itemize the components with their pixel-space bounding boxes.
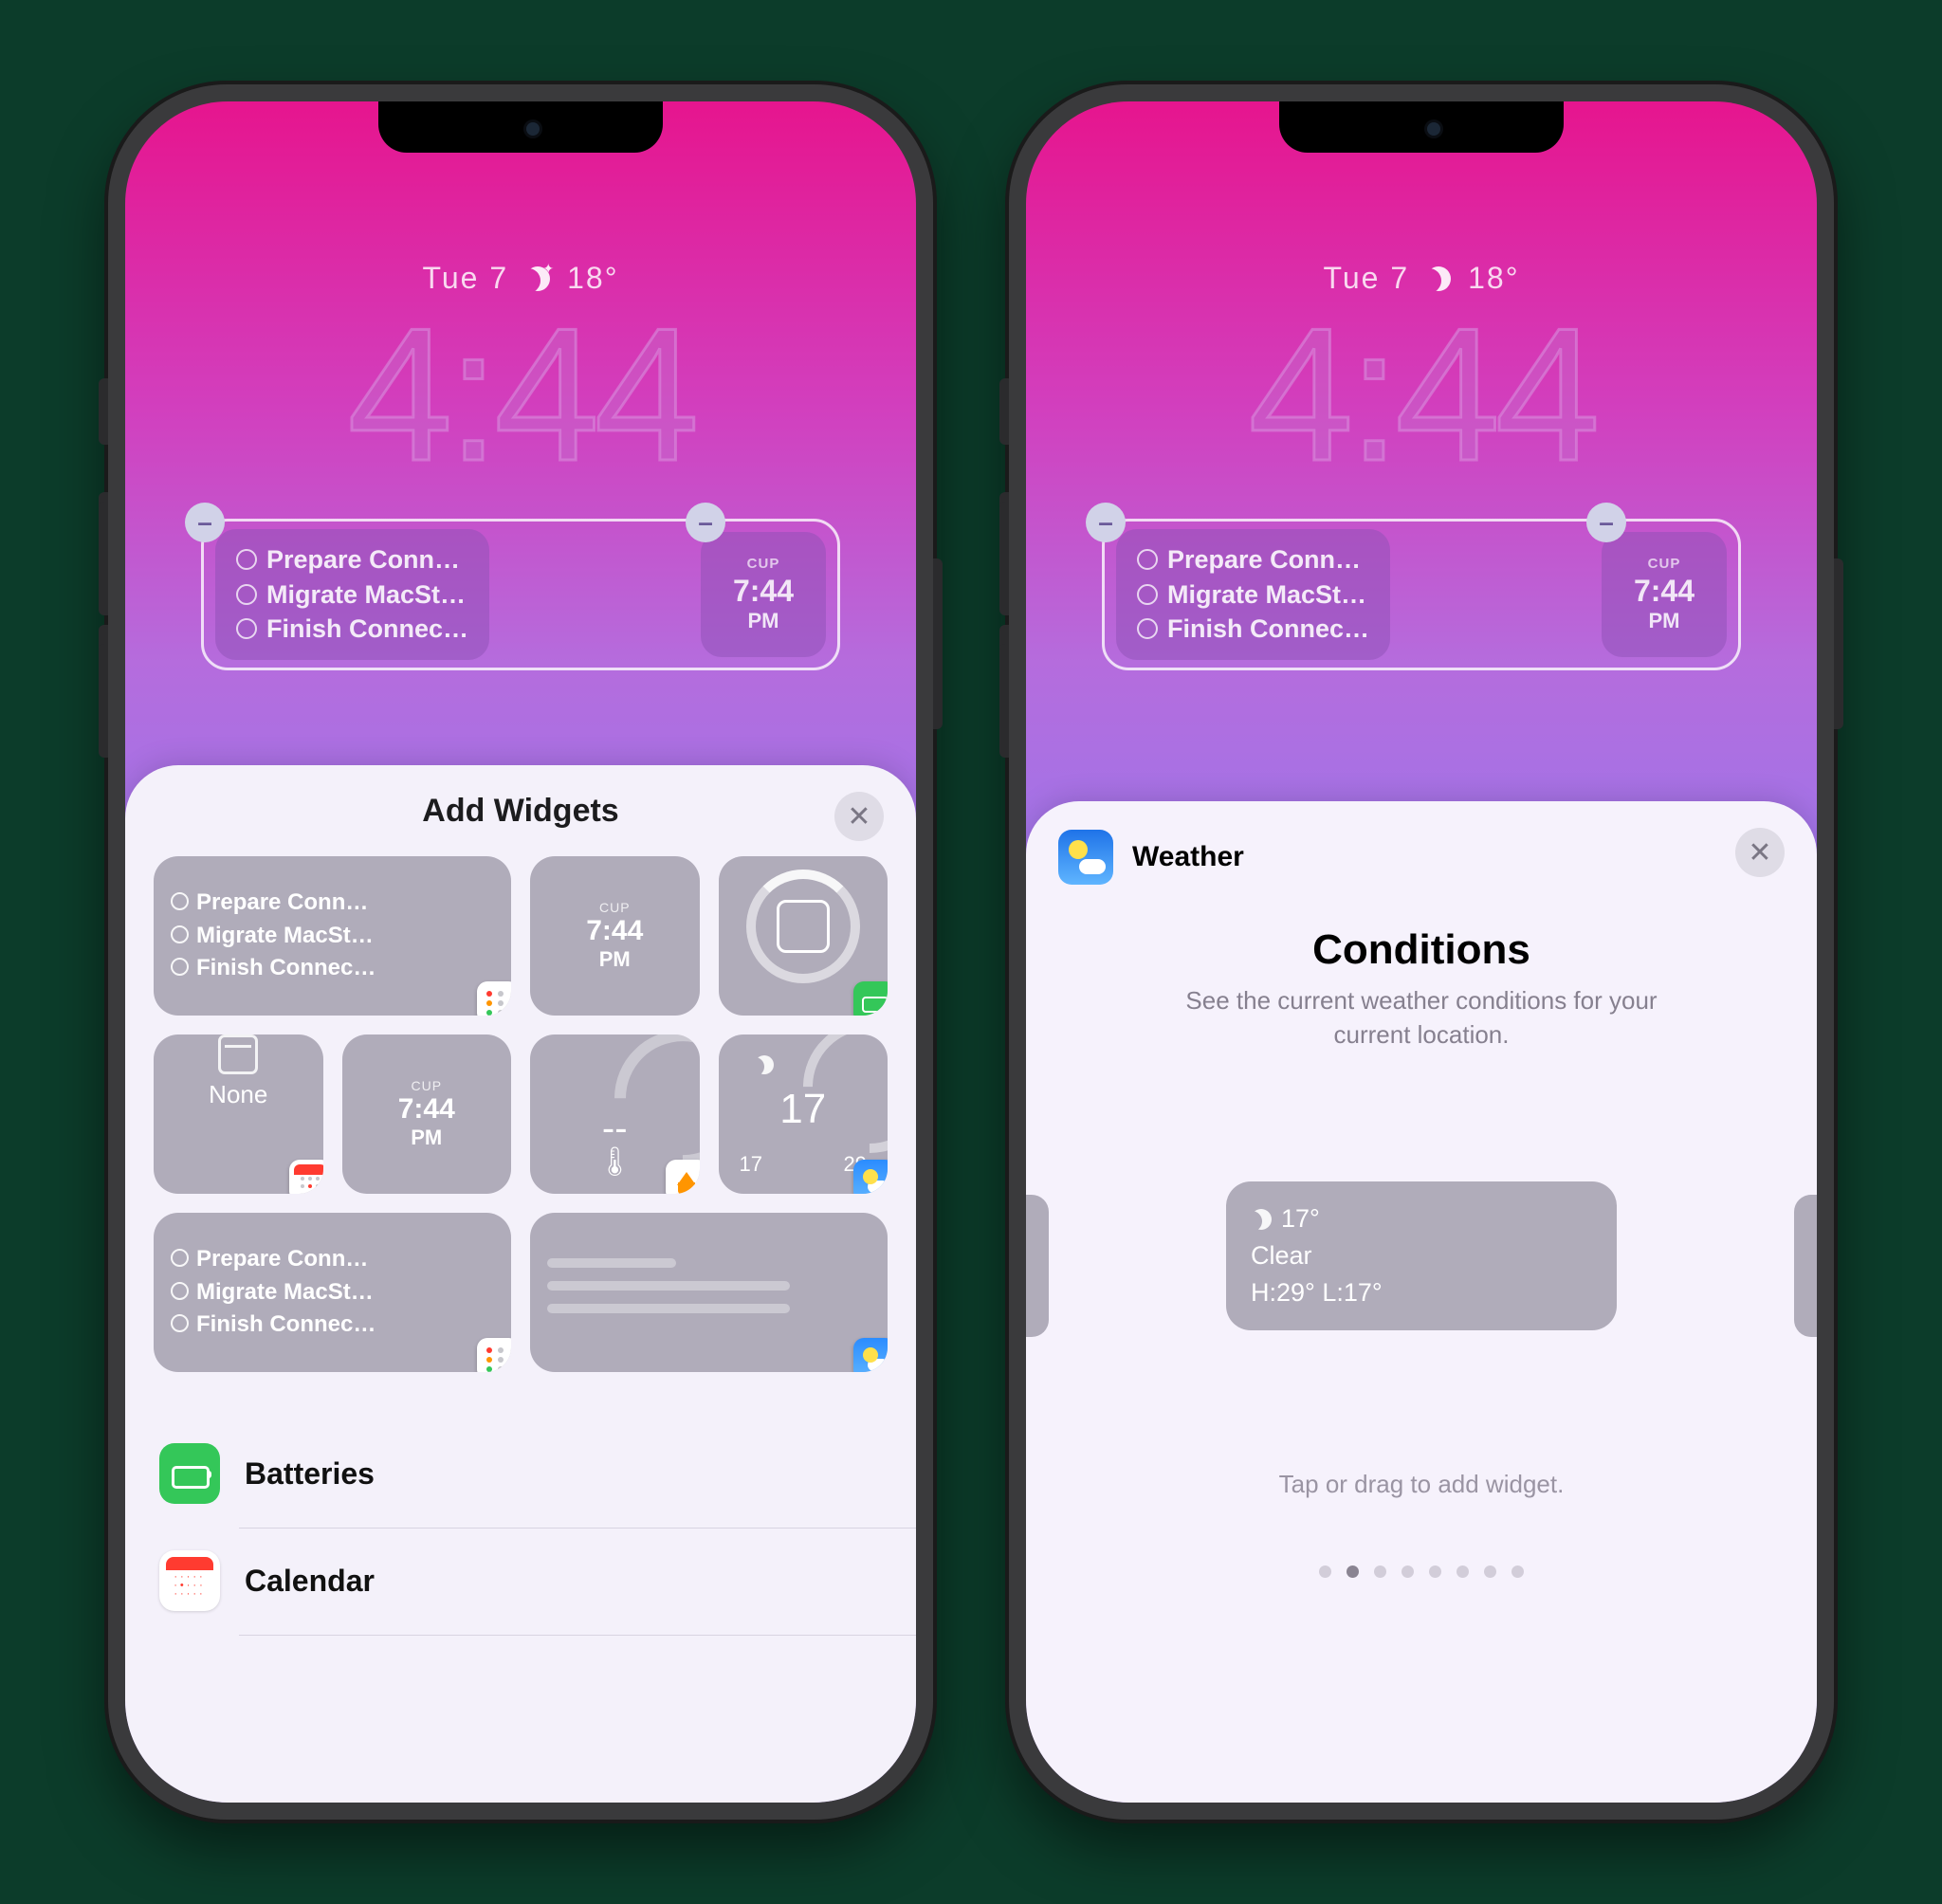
shelf-world-clock-widget[interactable]: CUP 7:44 PM: [1602, 532, 1727, 657]
clock-time: 7:44: [1634, 574, 1695, 609]
app-row-calendar[interactable]: Calendar: [125, 1527, 916, 1634]
reminder-item: Prepare Conn…: [1167, 545, 1361, 574]
remove-widget-button[interactable]: –: [1586, 503, 1626, 542]
calendar-icon: [218, 1034, 258, 1074]
reminders-app-icon: [477, 1338, 511, 1372]
phone-right: Tue 7 18° 4:44 – – Prepare Conn… Migrate…: [1009, 84, 1834, 1820]
notch: [378, 101, 663, 153]
app-list: Batteries Calendar: [125, 1419, 916, 1728]
app-row-batteries[interactable]: Batteries: [125, 1419, 916, 1527]
batteries-app-icon: [159, 1443, 220, 1504]
calendar-app-icon: [289, 1160, 323, 1194]
page-dot[interactable]: [1484, 1565, 1496, 1578]
weather-app-icon: [853, 1338, 888, 1372]
watch-icon: [777, 900, 830, 953]
page-dot[interactable]: [1402, 1565, 1414, 1578]
suggestion-calendar[interactable]: None: [154, 1034, 323, 1194]
shelf-reminders-widget[interactable]: Prepare Conn… Migrate MacSt… Finish Conn…: [215, 529, 489, 659]
page-dot[interactable]: [1456, 1565, 1469, 1578]
moon-icon: [755, 1055, 774, 1074]
page-dot[interactable]: [1511, 1565, 1524, 1578]
suggestion-world-clock[interactable]: CUP 7:44 PM: [530, 856, 700, 1016]
close-icon: ✕: [847, 800, 870, 833]
moon-icon: [1251, 1209, 1272, 1230]
suggestion-weather-temperature[interactable]: 17 17 29: [719, 1034, 889, 1194]
reminders-app-icon: [477, 981, 511, 1016]
suggestion-reminders-wide[interactable]: Prepare Conn… Migrate MacSt… Finish Conn…: [154, 1213, 511, 1372]
home-app-icon: [666, 1160, 700, 1194]
close-button[interactable]: ✕: [834, 792, 884, 841]
page-dot[interactable]: [1374, 1565, 1386, 1578]
weather-widget-sheet: Weather ✕ Conditions See the current wea…: [1026, 801, 1817, 1803]
weather-app-icon: [853, 1160, 888, 1194]
widget-shelf[interactable]: – – Prepare Conn… Migrate MacSt… Finish …: [201, 519, 840, 670]
preview-condition: Clear: [1251, 1237, 1592, 1274]
reminder-item: Finish Connec…: [266, 614, 468, 643]
phone-left: Tue 7 18° 4:44 – – Prepare Conn… Migrate…: [108, 84, 933, 1820]
page-dot[interactable]: [1429, 1565, 1441, 1578]
widget-preview-carousel[interactable]: 17° Clear H:29° L:17°: [1026, 1166, 1817, 1346]
close-icon: ✕: [1748, 836, 1771, 870]
notch: [1279, 101, 1564, 153]
sheet-title: Add Widgets: [422, 793, 618, 830]
shelf-world-clock-widget[interactable]: CUP 7:44 PM: [701, 532, 826, 657]
app-label: Calendar: [245, 1564, 375, 1599]
reminder-item: Finish Connec…: [1167, 614, 1369, 643]
preview-temperature: 17°: [1281, 1200, 1320, 1237]
suggestion-weather-wide[interactable]: [530, 1213, 888, 1372]
reminder-item: Prepare Conn…: [266, 545, 460, 574]
reminder-item: Migrate MacSt…: [266, 580, 466, 609]
lockscreen-clock: 4:44: [1026, 301, 1817, 490]
suggestion-reminders-small[interactable]: Prepare Conn… Migrate MacSt… Finish Conn…: [154, 856, 511, 1016]
lock-screen: Tue 7 18° 4:44 – – Prepare Conn… Migrate…: [125, 101, 916, 1803]
remove-widget-button[interactable]: –: [686, 503, 725, 542]
suggestion-home-gauge[interactable]: -- 🌡: [530, 1034, 700, 1194]
page-indicator[interactable]: [1026, 1565, 1817, 1578]
weather-app-icon: [1058, 830, 1113, 885]
clock-ampm: PM: [1649, 609, 1680, 633]
lock-screen: Tue 7 18° 4:44 – – Prepare Conn… Migrate…: [1026, 101, 1817, 1803]
clock-time: 7:44: [733, 574, 794, 609]
reminder-item: Migrate MacSt…: [1167, 580, 1366, 609]
widget-shelf[interactable]: – – Prepare Conn… Migrate MacSt… Finish …: [1102, 519, 1741, 670]
widget-preview[interactable]: 17° Clear H:29° L:17°: [1226, 1181, 1617, 1330]
page-dot[interactable]: [1319, 1565, 1331, 1578]
suggestion-battery-ring[interactable]: [719, 856, 889, 1016]
carousel-prev-peek[interactable]: [1026, 1195, 1049, 1337]
add-widgets-sheet: Add Widgets ✕ Prepare Conn… Migrate MacS…: [125, 765, 916, 1803]
moon-icon: [525, 266, 550, 291]
lockscreen-clock: 4:44: [125, 301, 916, 490]
close-button[interactable]: ✕: [1735, 828, 1785, 877]
shelf-reminders-widget[interactable]: Prepare Conn… Migrate MacSt… Finish Conn…: [1116, 529, 1390, 659]
page-dot[interactable]: [1347, 1565, 1359, 1578]
carousel-next-peek[interactable]: [1794, 1195, 1817, 1337]
preview-range: H:29° L:17°: [1251, 1274, 1592, 1311]
clock-city: CUP: [747, 556, 780, 572]
suggestion-world-clock-2[interactable]: CUP 7:44 PM: [342, 1034, 512, 1194]
clock-ampm: PM: [748, 609, 779, 633]
widget-subtitle: See the current weather conditions for y…: [1156, 983, 1687, 1053]
app-label: Batteries: [245, 1456, 375, 1492]
hint-text: Tap or drag to add widget.: [1026, 1470, 1817, 1499]
batteries-app-icon: [853, 981, 888, 1016]
thermometer-icon: 🌡: [596, 1145, 632, 1179]
sheet-app-name: Weather: [1132, 841, 1244, 873]
moon-icon: [1426, 266, 1451, 291]
widget-title: Conditions: [1026, 926, 1817, 974]
app-row-clock[interactable]: [125, 1634, 916, 1728]
remove-widget-button[interactable]: –: [185, 503, 225, 542]
clock-city: CUP: [1648, 556, 1681, 572]
calendar-app-icon: [159, 1550, 220, 1611]
remove-widget-button[interactable]: –: [1086, 503, 1126, 542]
widget-suggestions-grid: Prepare Conn… Migrate MacSt… Finish Conn…: [125, 856, 916, 1391]
